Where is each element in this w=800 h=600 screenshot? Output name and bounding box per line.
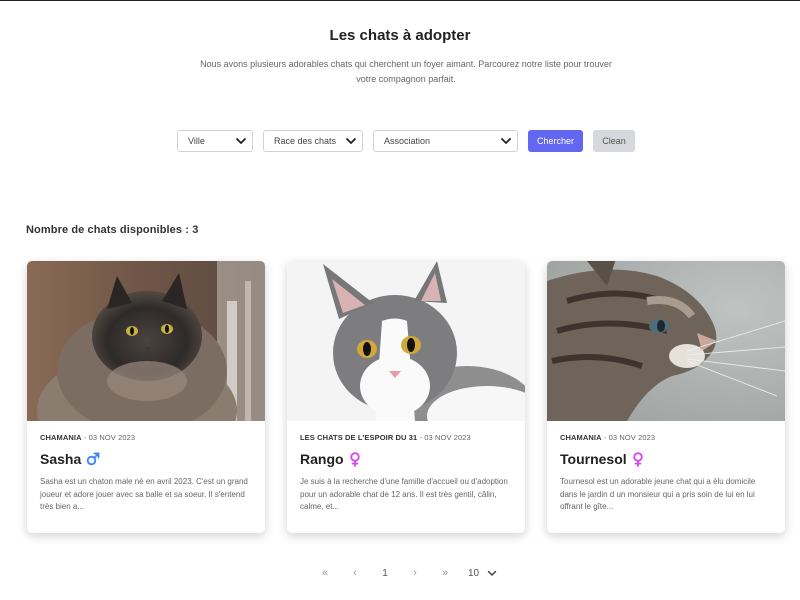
card-date: 03 NOV 2023 (424, 433, 471, 442)
cat-name: Sasha (40, 451, 82, 467)
chevron-down-icon (345, 135, 357, 147)
association-select[interactable]: Association (373, 130, 518, 152)
card-association: CHAMANIA (560, 433, 602, 442)
next-page-button[interactable]: › (400, 567, 430, 579)
male-icon (86, 452, 100, 466)
last-page-button[interactable]: » (430, 567, 460, 579)
association-select-label: Association (384, 136, 431, 146)
card-association: LES CHATS DE L'ESPOIR DU 31 (300, 433, 418, 442)
first-page-button[interactable]: « (310, 567, 340, 579)
card-meta: LES CHATS DE L'ESPOIR DU 31 - 03 NOV 202… (300, 433, 471, 442)
cat-name: Rango (300, 451, 344, 467)
cat-card[interactable]: LES CHATS DE L'ESPOIR DU 31 - 03 NOV 202… (287, 261, 525, 533)
female-icon (349, 451, 361, 467)
cat-description: Tournesol est un adorable jeune chat qui… (560, 477, 756, 511)
city-select-label: Ville (188, 136, 205, 146)
cat-card[interactable]: CHAMANIA - 03 NOV 2023 Sasha Sasha est u… (27, 261, 265, 533)
pagination: « ‹ 1 › » 10 (310, 565, 497, 581)
chevron-down-icon (235, 135, 247, 147)
per-page-value: 10 (468, 567, 480, 579)
chevron-down-icon (487, 568, 497, 578)
card-meta: CHAMANIA - 03 NOV 2023 (40, 433, 136, 442)
cat-name: Tournesol (560, 451, 627, 467)
clean-button[interactable]: Clean (593, 130, 635, 152)
cat-card-list: CHAMANIA - 03 NOV 2023 Sasha Sasha est u… (27, 261, 787, 533)
cat-card[interactable]: CHAMANIA - 03 NOV 2023 Tournesol Tournes… (547, 261, 785, 533)
breed-select-label: Race des chats (274, 136, 337, 146)
cat-description: Sasha est un chaton male né en avril 202… (40, 477, 248, 511)
cat-photo (547, 261, 785, 421)
cat-photo (287, 261, 525, 421)
chevron-down-icon (500, 135, 512, 147)
breed-select[interactable]: Race des chats (263, 130, 363, 152)
available-cats-count: Nombre de chats disponibles : 3 (26, 224, 199, 236)
card-date: 03 NOV 2023 (88, 433, 136, 442)
card-date: 03 NOV 2023 (608, 433, 656, 442)
page-title: Les chats à adopter (329, 27, 471, 44)
cat-description: Je suis à la recherche d'une famille d'a… (300, 477, 508, 511)
female-icon (632, 451, 644, 467)
page-subtitle: Nous avons plusieurs adorables chats qui… (200, 59, 612, 84)
per-page-select[interactable]: 10 (468, 568, 497, 579)
city-select[interactable]: Ville (177, 130, 253, 152)
prev-page-button[interactable]: ‹ (340, 567, 370, 579)
cat-photo (27, 261, 265, 421)
search-button[interactable]: Chercher (528, 130, 583, 152)
card-association: CHAMANIA (40, 433, 82, 442)
filter-bar: Ville Race des chats Association Cherche… (177, 130, 635, 152)
card-meta: CHAMANIA - 03 NOV 2023 (560, 433, 656, 442)
page-number-1[interactable]: 1 (370, 568, 400, 579)
